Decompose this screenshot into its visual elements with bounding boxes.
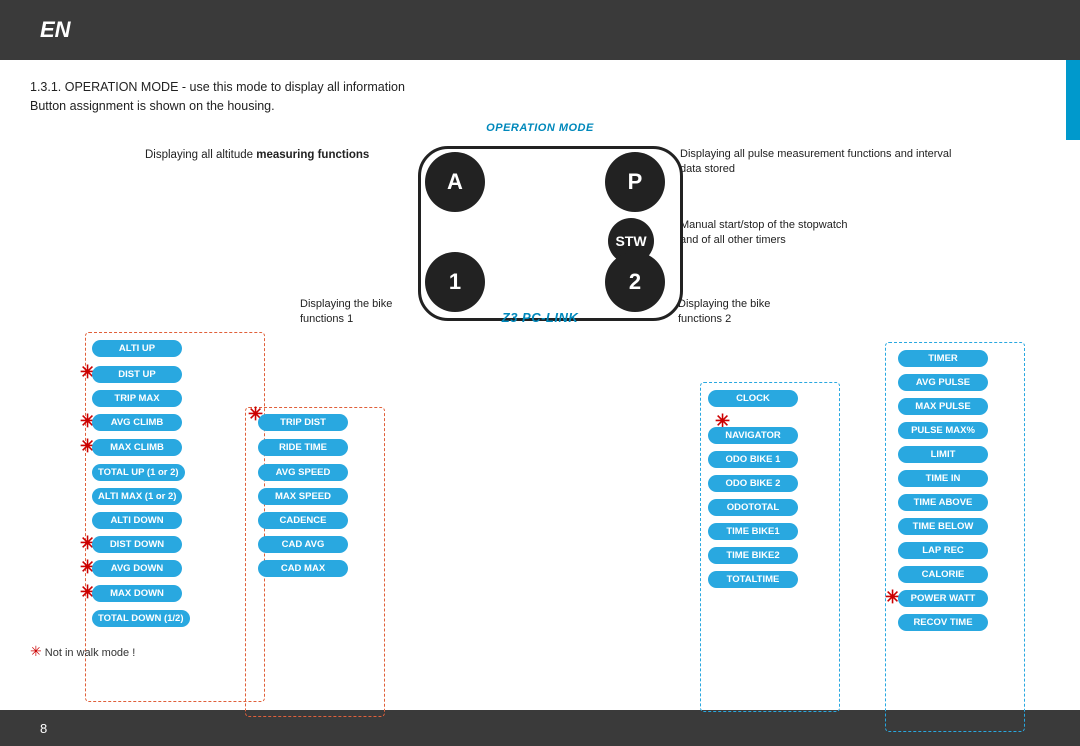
btn-max-down: MAX DOWN (92, 585, 182, 602)
btn-time-above: TIME ABOVE (898, 494, 988, 511)
section-title: 1.3.1. OPERATION MODE - use this mode to… (30, 78, 1050, 116)
footnote-star: ✳ (30, 643, 42, 659)
btn-trip-max: TRIP MAX (92, 390, 182, 407)
btn-alti-up: ALTI UP (92, 340, 182, 357)
circle-A-button[interactable]: A (425, 152, 485, 212)
btn-avg-pulse: AVG PULSE (898, 374, 988, 391)
btn-time-bike2: TIME BIKE2 (708, 547, 798, 564)
btn-odo-bike2: ODO BIKE 2 (708, 475, 798, 492)
circle-1-button[interactable]: 1 (425, 252, 485, 312)
btn-avg-speed: AVG SPEED (258, 464, 348, 481)
altitude-desc: Displaying all altitude measuring functi… (145, 147, 369, 163)
btn-max-speed: MAX SPEED (258, 488, 348, 505)
btn-ride-time: RIDE TIME (258, 439, 348, 456)
btn-max-pulse: MAX PULSE (898, 398, 988, 415)
btn-recov-time: RECOV TIME (898, 614, 988, 631)
btn-trip-dist: TRIP DIST (258, 414, 348, 431)
btn-timer: TIMER (898, 350, 988, 367)
btn-alti-max: ALTI MAX (1 or 2) (92, 488, 182, 505)
btn-totaltime: TOTALTIME (708, 571, 798, 588)
btn-limit: LIMIT (898, 446, 988, 463)
btn-power-watt: POWER WATT (898, 590, 988, 607)
btn-max-climb: MAX CLIMB (92, 439, 182, 456)
pulse-desc: Displaying all pulse measurement functio… (680, 147, 960, 178)
btn-alti-down: ALTI DOWN (92, 512, 182, 529)
btn-odototal: ODOTOTAL (708, 499, 798, 516)
circle-P-button[interactable]: P (605, 152, 665, 212)
circle-2-button[interactable]: 2 (605, 252, 665, 312)
btn-dist-down: DIST DOWN (92, 536, 182, 553)
stw-desc: Manual start/stop of the stopwatchand of… (680, 218, 848, 249)
btn-cad-max: CAD MAX (258, 560, 348, 577)
footnote: ✳ Not in walk mode ! (30, 643, 135, 660)
operation-mode-label: OPERATION MODE (486, 122, 594, 134)
btn-calorie: CALORIE (898, 566, 988, 583)
page-language-label: EN (40, 17, 71, 43)
btn-total-up: TOTAL UP (1 or 2) (92, 464, 185, 481)
z3-pc-link-label: Z3 PC-LINK (502, 310, 579, 325)
btn-avg-climb: AVG CLIMB (92, 414, 182, 431)
bike-func1-desc: Displaying the bikefunctions 1 (300, 297, 392, 328)
top-bar: EN (0, 0, 1080, 60)
btn-clock: CLOCK (708, 390, 798, 407)
btn-time-bike1: TIME BIKE1 (708, 523, 798, 540)
btn-lap-rec: LAP REC (898, 542, 988, 559)
diagram: OPERATION MODE A P STW 1 2 Z3 PC-LINK Di… (30, 122, 1050, 682)
btn-cadence: CADENCE (258, 512, 348, 529)
btn-navigator: NAVIGATOR (708, 427, 798, 444)
bike-func2-desc: Displaying the bikefunctions 2 (678, 297, 770, 328)
page-number: 8 (40, 721, 47, 736)
btn-time-below: TIME BELOW (898, 518, 988, 535)
btn-total-down: TOTAL DOWN (1/2) (92, 610, 190, 627)
btn-odo-bike1: ODO BIKE 1 (708, 451, 798, 468)
btn-pulse-max-pct: PULSE MAX% (898, 422, 988, 439)
btn-avg-down: AVG DOWN (92, 560, 182, 577)
btn-dist-up: DIST UP (92, 366, 182, 383)
btn-time-in: TIME IN (898, 470, 988, 487)
btn-cad-avg: CAD AVG (258, 536, 348, 553)
main-content: 1.3.1. OPERATION MODE - use this mode to… (0, 60, 1080, 710)
